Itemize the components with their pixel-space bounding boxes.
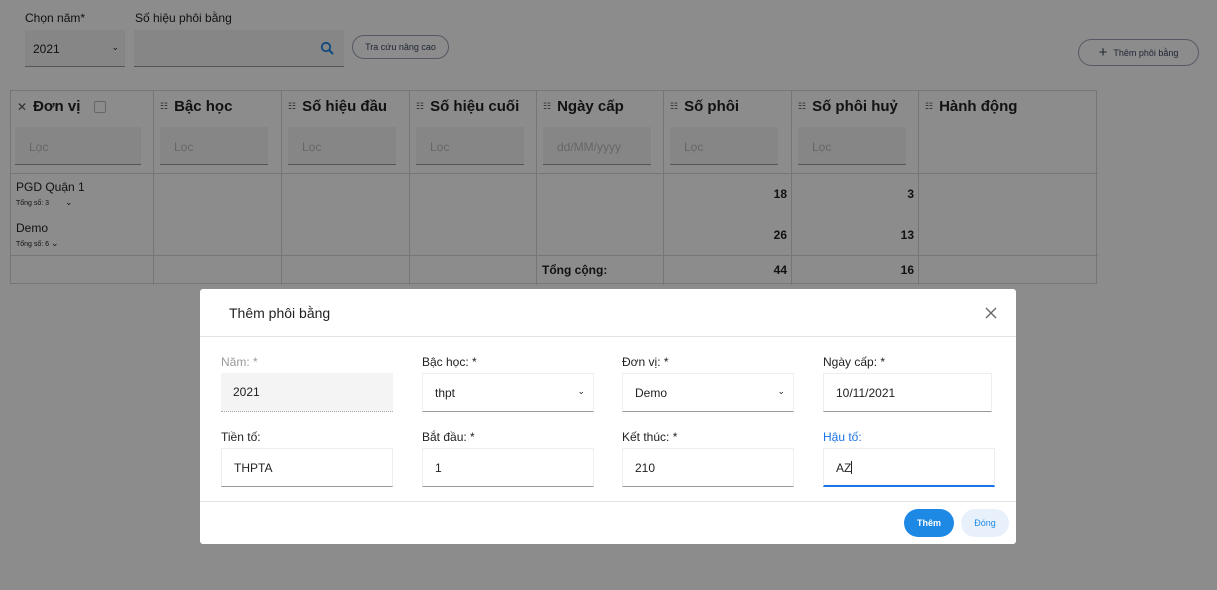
nam-value: 2021 [233,385,260,399]
bat-dau-input[interactable]: 1 [422,448,594,487]
dialog-header: Thêm phôi bằng [200,289,1016,337]
dialog-footer-divider [200,501,1016,502]
hau-to-value: AZ [836,461,852,475]
ket-thuc-value: 210 [635,461,656,475]
tien-to-value: THPTA [234,461,273,475]
ket-thuc-label: Kết thúc: * [622,430,678,444]
chevron-down-icon: ⌄ [777,386,785,396]
submit-button[interactable]: Thêm [904,509,954,537]
close-icon[interactable] [984,306,998,320]
don-vi-value: Demo [635,386,668,400]
bac-hoc-value: thpt [435,386,456,400]
ngay-cap-label: Ngày cấp: * [823,355,886,369]
page: Chọn năm* 2021 ⌄ Số hiệu phôi bằng Tra c… [0,0,1217,590]
don-vi-select[interactable]: Demo ⌄ [622,373,794,412]
nam-label: Năm: * [221,355,258,369]
dialog-title: Thêm phôi bằng [229,305,331,321]
chevron-down-icon: ⌄ [577,386,585,396]
bat-dau-value: 1 [435,461,442,475]
tien-to-label: Tiền tố: [221,430,261,444]
close-button[interactable]: Đóng [961,509,1009,537]
nam-field: 2021 [221,373,393,412]
text-caret [851,461,853,474]
tien-to-input[interactable]: THPTA [221,448,393,487]
don-vi-label: Đơn vị: * [622,355,669,369]
bac-hoc-label: Bậc học: * [422,355,477,369]
ngay-cap-value: 10/11/2021 [836,386,896,400]
bat-dau-label: Bắt đầu: * [422,430,475,444]
ket-thuc-input[interactable]: 210 [622,448,794,487]
hau-to-label: Hậu tố: [823,430,862,444]
ngay-cap-input[interactable]: 10/11/2021 [823,373,992,412]
bac-hoc-select[interactable]: thpt ⌄ [422,373,594,412]
add-blank-dialog: Thêm phôi bằng Năm: * 2021 Bậc học: * th… [200,289,1016,544]
hau-to-input[interactable]: AZ [823,448,995,487]
